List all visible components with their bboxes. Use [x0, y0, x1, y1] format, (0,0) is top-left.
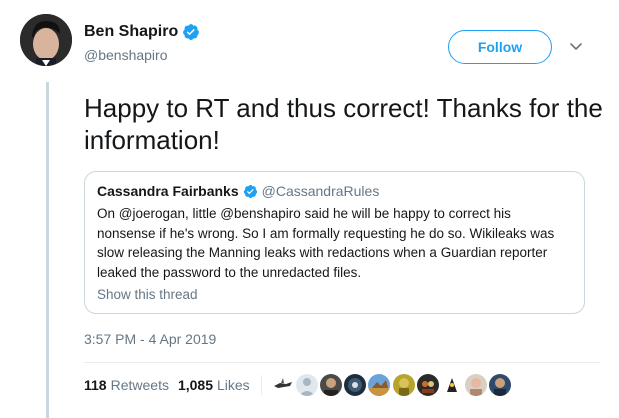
liker-avatar[interactable]: [489, 374, 512, 396]
liker-avatar[interactable]: [416, 374, 439, 396]
likes-label: Likes: [217, 377, 250, 393]
retweets-stat[interactable]: 118 Retweets: [84, 377, 169, 393]
liker-avatar[interactable]: [344, 374, 367, 396]
quoted-tweet-text: On @joerogan, little @benshapiro said he…: [97, 206, 555, 280]
retweets-count: 118: [84, 377, 107, 393]
quoted-tweet[interactable]: Cassandra Fairbanks @CassandraRules On @…: [84, 171, 585, 314]
liker-avatar[interactable]: [392, 374, 415, 396]
verified-badge-icon: [183, 24, 200, 40]
liker-avatar[interactable]: [465, 374, 488, 396]
author-name[interactable]: Ben Shapiro: [84, 22, 178, 42]
divider: [84, 362, 600, 363]
stats-separator: [260, 375, 262, 395]
likes-count: 1,085: [177, 377, 213, 393]
author-avatar[interactable]: [20, 14, 72, 66]
tweet-text: Happy to RT and thus correct! Thanks for…: [84, 93, 603, 155]
liker-avatar[interactable]: [320, 374, 343, 396]
liker-avatars: [271, 374, 514, 396]
liker-avatar[interactable]: [441, 374, 463, 396]
author-block: Ben Shapiro @benshapiro: [84, 22, 200, 64]
liker-avatar[interactable]: [271, 374, 294, 396]
quoted-author-handle: @CassandraRules: [261, 183, 380, 199]
liker-avatar[interactable]: [295, 374, 318, 396]
tweet-stats: 118 Retweets 1,085 Likes: [84, 374, 514, 396]
quoted-author-name: Cassandra Fairbanks: [97, 183, 239, 199]
tweet-timestamp[interactable]: 3:57 PM - 4 Apr 2019: [84, 331, 216, 347]
retweets-label: Retweets: [110, 377, 169, 393]
verified-badge-icon: [243, 184, 257, 198]
show-thread-link[interactable]: Show this thread: [97, 286, 572, 304]
author-handle[interactable]: @benshapiro: [84, 46, 200, 64]
likes-stat[interactable]: 1,085 Likes: [178, 377, 250, 393]
liker-avatar[interactable]: [368, 374, 391, 396]
follow-button[interactable]: Follow: [448, 30, 552, 64]
chevron-down-icon[interactable]: [568, 38, 584, 54]
thread-line: [46, 82, 49, 418]
